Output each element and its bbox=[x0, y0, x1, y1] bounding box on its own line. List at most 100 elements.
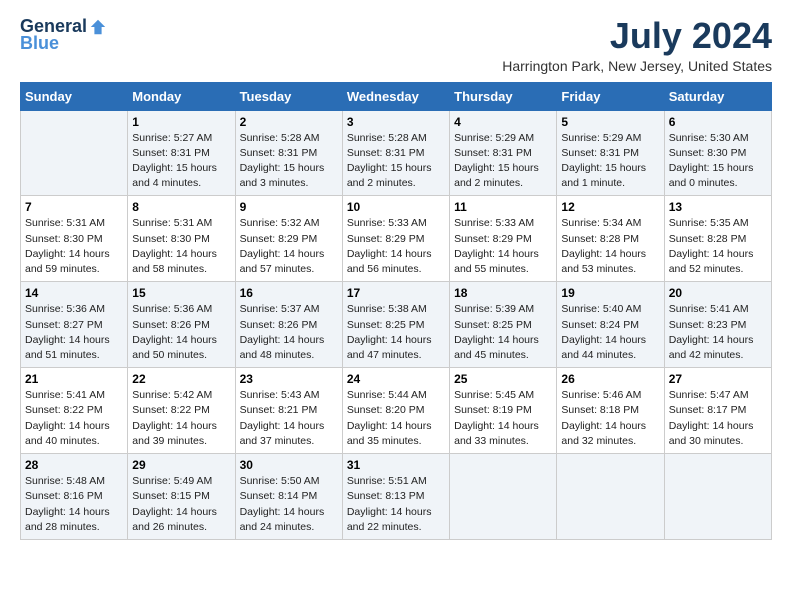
calendar-cell: 21 Sunrise: 5:41 AM Sunset: 8:22 PM Dayli… bbox=[21, 368, 128, 454]
calendar-cell: 31 Sunrise: 5:51 AM Sunset: 8:13 PM Dayli… bbox=[342, 454, 449, 540]
calendar-cell: 28Sunrise: 5:48 AM Sunset: 8:16 PM Dayli… bbox=[21, 454, 128, 540]
weekday-header: Saturday bbox=[664, 82, 771, 110]
main-title: July 2024 bbox=[502, 16, 772, 56]
day-number: 20 bbox=[669, 286, 767, 300]
logo-icon bbox=[89, 18, 107, 36]
calendar-cell bbox=[557, 454, 664, 540]
calendar-week-row: 1Sunrise: 5:27 AM Sunset: 8:31 PM Daylig… bbox=[21, 110, 772, 196]
day-number: 13 bbox=[669, 200, 767, 214]
calendar-week-row: 7 Sunrise: 5:31 AM Sunset: 8:30 PM Daylig… bbox=[21, 196, 772, 282]
day-number: 28 bbox=[25, 458, 123, 472]
calendar-cell: 18 Sunrise: 5:39 AM Sunset: 8:25 PM Dayli… bbox=[450, 282, 557, 368]
page-header: General Blue July 2024 Harrington Park, … bbox=[20, 16, 772, 74]
calendar-cell: 2Sunrise: 5:28 AM Sunset: 8:31 PM Daylig… bbox=[235, 110, 342, 196]
day-number: 8 bbox=[132, 200, 230, 214]
day-info: Sunrise: 5:34 AM Sunset: 8:28 PM Dayligh… bbox=[561, 216, 659, 277]
weekday-header: Tuesday bbox=[235, 82, 342, 110]
subtitle: Harrington Park, New Jersey, United Stat… bbox=[502, 58, 772, 74]
calendar-cell: 20 Sunrise: 5:41 AM Sunset: 8:23 PM Dayli… bbox=[664, 282, 771, 368]
day-number: 23 bbox=[240, 372, 338, 386]
calendar-cell: 14 Sunrise: 5:36 AM Sunset: 8:27 PM Dayli… bbox=[21, 282, 128, 368]
calendar-header-row: SundayMondayTuesdayWednesdayThursdayFrid… bbox=[21, 82, 772, 110]
calendar-cell: 12Sunrise: 5:34 AM Sunset: 8:28 PM Dayli… bbox=[557, 196, 664, 282]
calendar-table: SundayMondayTuesdayWednesdayThursdayFrid… bbox=[20, 82, 772, 540]
day-number: 24 bbox=[347, 372, 445, 386]
calendar-cell: 29 Sunrise: 5:49 AM Sunset: 8:15 PM Dayli… bbox=[128, 454, 235, 540]
day-info: Sunrise: 5:39 AM Sunset: 8:25 PM Dayligh… bbox=[454, 302, 552, 363]
weekday-header: Monday bbox=[128, 82, 235, 110]
day-number: 7 bbox=[25, 200, 123, 214]
day-info: Sunrise: 5:49 AM Sunset: 8:15 PM Dayligh… bbox=[132, 474, 230, 535]
weekday-header: Thursday bbox=[450, 82, 557, 110]
weekday-header: Friday bbox=[557, 82, 664, 110]
calendar-cell bbox=[664, 454, 771, 540]
day-info: Sunrise: 5:29 AM Sunset: 8:31 PM Dayligh… bbox=[561, 131, 659, 192]
day-number: 4 bbox=[454, 115, 552, 129]
calendar-week-row: 21 Sunrise: 5:41 AM Sunset: 8:22 PM Dayli… bbox=[21, 368, 772, 454]
calendar-cell: 9 Sunrise: 5:32 AM Sunset: 8:29 PM Daylig… bbox=[235, 196, 342, 282]
day-number: 15 bbox=[132, 286, 230, 300]
day-number: 3 bbox=[347, 115, 445, 129]
day-number: 17 bbox=[347, 286, 445, 300]
calendar-cell: 4 Sunrise: 5:29 AM Sunset: 8:31 PM Daylig… bbox=[450, 110, 557, 196]
day-number: 16 bbox=[240, 286, 338, 300]
day-info: Sunrise: 5:35 AM Sunset: 8:28 PM Dayligh… bbox=[669, 216, 767, 277]
day-info: Sunrise: 5:36 AM Sunset: 8:27 PM Dayligh… bbox=[25, 302, 123, 363]
calendar-cell: 7Sunrise: 5:31 AM Sunset: 8:30 PM Daylig… bbox=[21, 196, 128, 282]
day-info: Sunrise: 5:46 AM Sunset: 8:18 PM Dayligh… bbox=[561, 388, 659, 449]
day-number: 30 bbox=[240, 458, 338, 472]
day-info: Sunrise: 5:40 AM Sunset: 8:24 PM Dayligh… bbox=[561, 302, 659, 363]
day-info: Sunrise: 5:38 AM Sunset: 8:25 PM Dayligh… bbox=[347, 302, 445, 363]
day-number: 21 bbox=[25, 372, 123, 386]
calendar-week-row: 14 Sunrise: 5:36 AM Sunset: 8:27 PM Dayli… bbox=[21, 282, 772, 368]
day-number: 19 bbox=[561, 286, 659, 300]
day-number: 18 bbox=[454, 286, 552, 300]
logo: General Blue bbox=[20, 16, 107, 54]
calendar-cell: 15Sunrise: 5:36 AM Sunset: 8:26 PM Dayli… bbox=[128, 282, 235, 368]
day-number: 31 bbox=[347, 458, 445, 472]
weekday-header: Wednesday bbox=[342, 82, 449, 110]
day-number: 9 bbox=[240, 200, 338, 214]
calendar-cell: 27Sunrise: 5:47 AM Sunset: 8:17 PM Dayli… bbox=[664, 368, 771, 454]
day-info: Sunrise: 5:33 AM Sunset: 8:29 PM Dayligh… bbox=[454, 216, 552, 277]
day-info: Sunrise: 5:41 AM Sunset: 8:22 PM Dayligh… bbox=[25, 388, 123, 449]
day-info: Sunrise: 5:31 AM Sunset: 8:30 PM Dayligh… bbox=[132, 216, 230, 277]
calendar-cell: 10Sunrise: 5:33 AM Sunset: 8:29 PM Dayli… bbox=[342, 196, 449, 282]
weekday-header: Sunday bbox=[21, 82, 128, 110]
calendar-cell: 5 Sunrise: 5:29 AM Sunset: 8:31 PM Daylig… bbox=[557, 110, 664, 196]
day-info: Sunrise: 5:29 AM Sunset: 8:31 PM Dayligh… bbox=[454, 131, 552, 192]
calendar-cell: 3 Sunrise: 5:28 AM Sunset: 8:31 PM Daylig… bbox=[342, 110, 449, 196]
day-info: Sunrise: 5:28 AM Sunset: 8:31 PM Dayligh… bbox=[240, 131, 338, 192]
day-number: 14 bbox=[25, 286, 123, 300]
day-number: 27 bbox=[669, 372, 767, 386]
day-number: 6 bbox=[669, 115, 767, 129]
day-info: Sunrise: 5:41 AM Sunset: 8:23 PM Dayligh… bbox=[669, 302, 767, 363]
day-number: 29 bbox=[132, 458, 230, 472]
calendar-cell bbox=[21, 110, 128, 196]
day-info: Sunrise: 5:28 AM Sunset: 8:31 PM Dayligh… bbox=[347, 131, 445, 192]
calendar-cell: 8 Sunrise: 5:31 AM Sunset: 8:30 PM Daylig… bbox=[128, 196, 235, 282]
day-number: 22 bbox=[132, 372, 230, 386]
calendar-cell: 22 Sunrise: 5:42 AM Sunset: 8:22 PM Dayli… bbox=[128, 368, 235, 454]
day-info: Sunrise: 5:45 AM Sunset: 8:19 PM Dayligh… bbox=[454, 388, 552, 449]
day-info: Sunrise: 5:42 AM Sunset: 8:22 PM Dayligh… bbox=[132, 388, 230, 449]
day-info: Sunrise: 5:37 AM Sunset: 8:26 PM Dayligh… bbox=[240, 302, 338, 363]
calendar-cell: 6Sunrise: 5:30 AM Sunset: 8:30 PM Daylig… bbox=[664, 110, 771, 196]
calendar-cell: 11 Sunrise: 5:33 AM Sunset: 8:29 PM Dayli… bbox=[450, 196, 557, 282]
calendar-cell: 26Sunrise: 5:46 AM Sunset: 8:18 PM Dayli… bbox=[557, 368, 664, 454]
day-number: 11 bbox=[454, 200, 552, 214]
calendar-cell: 16 Sunrise: 5:37 AM Sunset: 8:26 PM Dayli… bbox=[235, 282, 342, 368]
title-block: July 2024 Harrington Park, New Jersey, U… bbox=[502, 16, 772, 74]
calendar-cell: 25 Sunrise: 5:45 AM Sunset: 8:19 PM Dayli… bbox=[450, 368, 557, 454]
calendar-cell: 24 Sunrise: 5:44 AM Sunset: 8:20 PM Dayli… bbox=[342, 368, 449, 454]
calendar-cell bbox=[450, 454, 557, 540]
day-info: Sunrise: 5:32 AM Sunset: 8:29 PM Dayligh… bbox=[240, 216, 338, 277]
day-info: Sunrise: 5:44 AM Sunset: 8:20 PM Dayligh… bbox=[347, 388, 445, 449]
calendar-cell: 30Sunrise: 5:50 AM Sunset: 8:14 PM Dayli… bbox=[235, 454, 342, 540]
day-number: 25 bbox=[454, 372, 552, 386]
day-number: 5 bbox=[561, 115, 659, 129]
calendar-week-row: 28Sunrise: 5:48 AM Sunset: 8:16 PM Dayli… bbox=[21, 454, 772, 540]
day-info: Sunrise: 5:51 AM Sunset: 8:13 PM Dayligh… bbox=[347, 474, 445, 535]
day-info: Sunrise: 5:33 AM Sunset: 8:29 PM Dayligh… bbox=[347, 216, 445, 277]
day-info: Sunrise: 5:27 AM Sunset: 8:31 PM Dayligh… bbox=[132, 131, 230, 192]
